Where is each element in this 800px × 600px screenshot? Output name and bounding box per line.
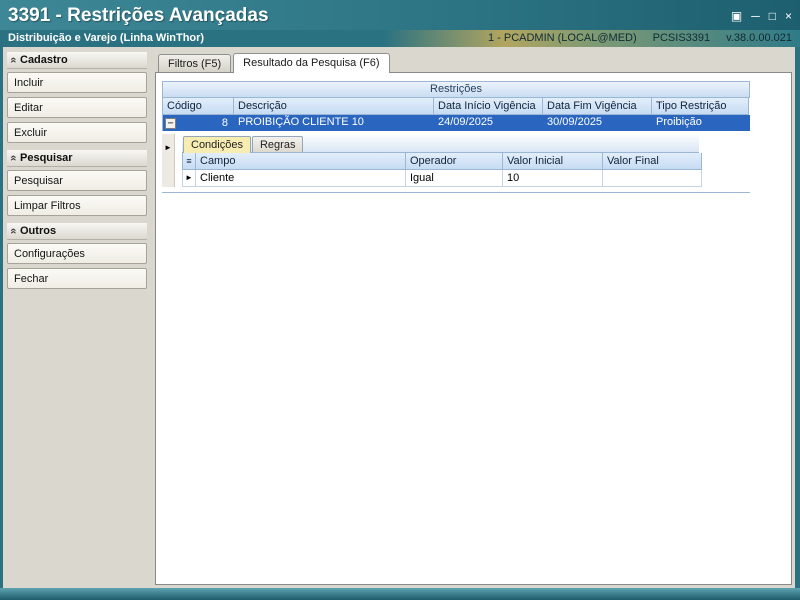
codigo-value: 8 (221, 116, 228, 129)
collapse-chevron-icon: » (7, 56, 20, 64)
tab-filtros[interactable]: Filtros (F5) (158, 54, 232, 72)
current-row-arrow-icon: ► (183, 170, 196, 187)
tab-resultado-pesquisa[interactable]: Resultado da Pesquisa (F6) (233, 53, 390, 73)
restore-icon[interactable]: ▣ (731, 10, 742, 22)
column-header-operador[interactable]: Operador (406, 153, 503, 170)
limpar-filtros-button[interactable]: Limpar Filtros (7, 195, 147, 216)
window-title: 3391 - Restrições Avançadas (8, 5, 269, 26)
column-header-descricao[interactable]: Descrição (234, 98, 434, 115)
grid-menu-icon: ≡ (183, 153, 196, 170)
cell-descricao: PROIBIÇÃO CLIENTE 10 (238, 116, 364, 128)
version-label: v.38.0.00.021 (726, 31, 792, 44)
incluir-button[interactable]: Incluir (7, 72, 147, 93)
collapse-chevron-icon: » (7, 227, 20, 235)
column-header-valor-inicial[interactable]: Valor Inicial (503, 153, 603, 170)
sidebar-group-label: Pesquisar (20, 152, 73, 164)
column-header-tipo-restricao[interactable]: Tipo Restrição (652, 98, 749, 115)
app-subtitle: Distribuição e Varejo (Linha WinThor) (8, 31, 205, 44)
excluir-button[interactable]: Excluir (7, 122, 147, 143)
condicoes-grid: ≡ Campo Operador Valor Inicial Valor Fin… (182, 153, 702, 187)
minimize-icon[interactable]: ─ (751, 10, 760, 22)
editar-button[interactable]: Editar (7, 97, 147, 118)
main-tabstrip: Filtros (F5) Resultado da Pesquisa (F6) (155, 51, 792, 73)
sidebar-group-outros[interactable]: » Outros (7, 223, 147, 240)
session-user: 1 - PCADMIN (LOCAL@MED) (487, 31, 637, 44)
table-row[interactable]: − 8 PROIBIÇÃO CLIENTE 10 24/09/2025 30/0… (162, 115, 750, 131)
tab-condicoes[interactable]: Condições (183, 136, 251, 153)
fechar-button[interactable]: Fechar (7, 268, 147, 289)
cell-codigo: − 8 (163, 115, 234, 131)
column-header-data-inicio[interactable]: Data Início Vigência (434, 98, 543, 115)
maximize-icon[interactable]: □ (769, 10, 776, 22)
tab-regras[interactable]: Regras (251, 136, 304, 152)
app-window: 3391 - Restrições Avançadas ▣ ─ □ × Dist… (0, 0, 800, 600)
detail-header-row: ≡ Campo Operador Valor Inicial Valor Fin… (182, 153, 702, 170)
sidebar: » Cadastro Incluir Editar Excluir » Pesq… (3, 47, 151, 588)
pesquisar-button[interactable]: Pesquisar (7, 170, 147, 191)
cell-operador: Igual (406, 170, 503, 187)
cell-data-inicio: 24/09/2025 (438, 116, 494, 128)
detail-inner: Condições Regras ≡ Campo Operador Valor … (182, 134, 702, 187)
window-controls: ▣ ─ □ × (731, 10, 792, 22)
configuracoes-button[interactable]: Configurações (7, 243, 147, 264)
detail-tabstrip: Condições Regras (182, 134, 699, 153)
titlebar: 3391 - Restrições Avançadas ▣ ─ □ × (0, 0, 800, 30)
close-icon[interactable]: × (785, 10, 792, 22)
session-info: 1 - PCADMIN (LOCAL@MED) PCSIS3391 v.38.0… (472, 32, 792, 44)
sidebar-group-label: Outros (20, 225, 57, 237)
product-code: PCSIS3391 (652, 31, 711, 44)
column-header-data-fim[interactable]: Data Fim Vigência (543, 98, 652, 115)
window-body: » Cadastro Incluir Editar Excluir » Pesq… (0, 47, 800, 588)
grid-header-row: Código Descrição Data Início Vigência Da… (162, 98, 750, 115)
grid-band-title: Restrições (162, 81, 750, 98)
sidebar-group-cadastro[interactable]: » Cadastro (7, 52, 147, 69)
infobar: Distribuição e Varejo (Linha WinThor) 1 … (0, 30, 800, 47)
column-header-valor-final[interactable]: Valor Final (603, 153, 702, 170)
row-indicator-icon: ► (162, 134, 175, 187)
cell-valor-inicial: 10 (503, 170, 603, 187)
cell-tipo: Proibição (656, 116, 702, 128)
main-area: Filtros (F5) Resultado da Pesquisa (F6) … (151, 47, 795, 588)
cell-campo: Cliente (196, 170, 406, 187)
sidebar-group-pesquisar[interactable]: » Pesquisar (7, 150, 147, 167)
detail-row[interactable]: ► Cliente Igual 10 (182, 170, 702, 187)
collapse-row-icon[interactable]: − (165, 117, 176, 129)
collapse-chevron-icon: » (7, 154, 20, 162)
column-header-codigo[interactable]: Código (163, 98, 234, 115)
detail-section: ► Condições Regras ≡ Campo Operador Valo… (162, 131, 750, 193)
cell-valor-final (603, 170, 702, 187)
result-panel: Restrições Código Descrição Data Início … (155, 72, 792, 585)
sidebar-group-label: Cadastro (20, 54, 68, 66)
cell-data-fim: 30/09/2025 (547, 116, 603, 128)
status-bar (0, 588, 800, 600)
column-header-campo[interactable]: Campo (196, 153, 406, 170)
restricoes-grid: Restrições Código Descrição Data Início … (162, 81, 750, 193)
